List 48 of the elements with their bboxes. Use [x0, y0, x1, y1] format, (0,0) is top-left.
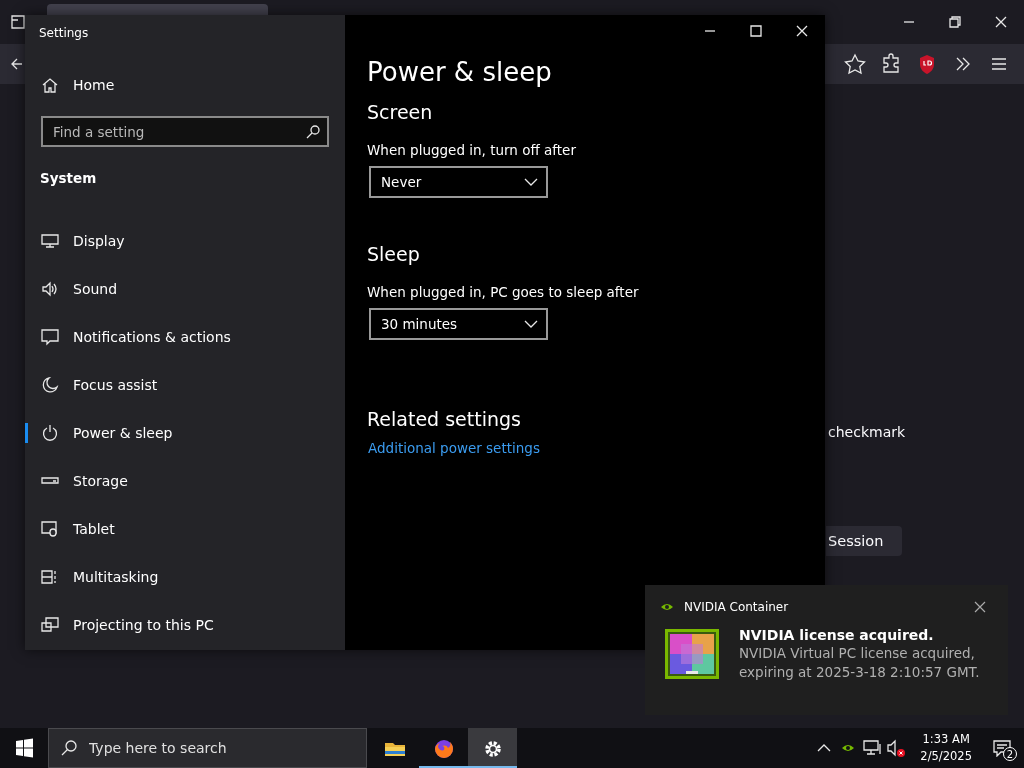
- speech-bubble-icon: [992, 739, 1012, 757]
- setting-label: When plugged in, PC goes to sleep after: [367, 284, 639, 300]
- close-icon[interactable]: [974, 601, 986, 613]
- notification-title: NVIDIA license acquired.: [739, 627, 935, 643]
- group-heading: Related settings: [367, 408, 521, 432]
- taskbar-app[interactable]: [468, 728, 517, 768]
- projector-icon: [41, 616, 59, 634]
- group-heading: Sleep: [367, 243, 420, 267]
- nav-item[interactable]: Focus assist: [25, 361, 345, 409]
- speech-bubble-icon: [41, 328, 59, 346]
- nav-item[interactable]: Projecting to this PC: [25, 601, 345, 649]
- nav-item[interactable]: Display: [25, 217, 345, 265]
- notification-badge: 2: [1003, 747, 1017, 761]
- notification-message: NVIDIA Virtual PC license acquired, expiring at 2025-3-18 2:10:57 GMT.: [739, 644, 981, 682]
- tab-list-icon[interactable]: [10, 14, 26, 30]
- window-title: Settings: [38, 25, 90, 42]
- speaker-icon: [41, 280, 59, 298]
- nav-item[interactable]: Tablet: [25, 505, 345, 553]
- tablet-icon: [41, 520, 59, 538]
- session-button[interactable]: Session: [826, 526, 902, 556]
- group-heading: Screen: [367, 101, 433, 125]
- home-link[interactable]: Home: [25, 65, 345, 105]
- home-icon: [41, 76, 59, 94]
- action-center-button[interactable]: 2: [980, 728, 1024, 768]
- search-icon: [305, 124, 321, 140]
- chevron-down-icon: [524, 178, 538, 186]
- search-field[interactable]: Find a setting: [41, 116, 329, 147]
- section-heading: System: [39, 169, 98, 188]
- nav-item[interactable]: Notifications & actions: [25, 313, 345, 361]
- clock[interactable]: 1:33 AM 2/5/2025: [908, 731, 980, 765]
- power-settings-link[interactable]: Additional power settings: [368, 440, 540, 456]
- moon-icon: [41, 376, 59, 394]
- nav-item[interactable]: Sound: [25, 265, 345, 313]
- app-name: NVIDIA Container: [684, 600, 789, 614]
- setting-label: When plugged in, turn off after: [367, 142, 576, 158]
- search-icon: [60, 739, 78, 757]
- nav-item[interactable]: Multitasking: [25, 553, 345, 601]
- eye-logo-icon: [660, 602, 674, 612]
- dropdown[interactable]: 30 minutes: [369, 308, 548, 340]
- search-field[interactable]: Type here to search: [48, 728, 367, 768]
- page-title: Power & sleep: [367, 57, 552, 89]
- chevron-down-icon: [524, 320, 538, 328]
- page-text: checkmark: [828, 424, 906, 440]
- multitasking-icon: [41, 568, 59, 586]
- power-icon: [41, 424, 59, 442]
- monitor-icon: [41, 232, 59, 250]
- dropdown[interactable]: Never: [369, 166, 548, 198]
- nav-item[interactable]: Storage: [25, 457, 345, 505]
